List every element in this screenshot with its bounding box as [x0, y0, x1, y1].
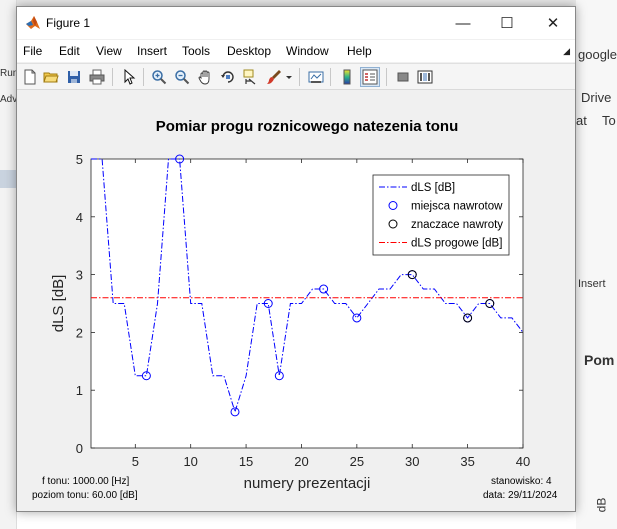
date-info: data: 29/11/2024 [483, 490, 558, 501]
menu-window[interactable]: Window [286, 44, 329, 58]
toolbar-separator [386, 68, 387, 86]
toolbar-separator [112, 68, 113, 86]
background-text: To [602, 113, 616, 128]
background-text: Insert [578, 278, 606, 290]
data-cursor-icon[interactable] [241, 67, 261, 87]
frequency-info: f tonu: 1000.00 [Hz] [42, 476, 130, 487]
background-text: Drive [581, 90, 612, 105]
background-block [0, 170, 17, 188]
legend-label: miejsca nawrotow [411, 201, 503, 213]
window-title: Figure 1 [46, 16, 91, 30]
menu-bar: File Edit View Insert Tools Desktop Wind… [17, 40, 575, 62]
menu-edit[interactable]: Edit [59, 44, 80, 58]
x-tick-label: 10 [183, 454, 197, 469]
station-info: stanowisko: 4 [491, 476, 552, 487]
toolbar-separator [330, 68, 331, 86]
chart-title: Pomiar progu roznicowego natezenia tonu [156, 118, 459, 135]
menu-view[interactable]: View [96, 44, 122, 58]
menu-tools[interactable]: Tools [182, 44, 210, 58]
matlab-logo-icon [26, 16, 40, 29]
y-tick-label: 3 [76, 268, 83, 283]
background-window-right: google Drive at To Insert Pom dB [576, 0, 617, 529]
menu-file[interactable]: File [23, 44, 42, 58]
link-plot-icon[interactable] [306, 67, 326, 87]
x-tick-label: 25 [350, 454, 364, 469]
save-icon[interactable] [64, 67, 84, 87]
y-tick-label: 5 [76, 152, 83, 167]
y-tick-label: 0 [76, 441, 83, 456]
background-text: Pom [584, 352, 615, 368]
x-axis-label: numery prezentacji [244, 475, 371, 492]
zoom-out-icon[interactable] [172, 67, 192, 87]
background-text: dB [594, 497, 609, 513]
background-text: at [576, 113, 587, 128]
rotate-3d-icon[interactable] [218, 67, 238, 87]
y-tick-label: 2 [76, 325, 83, 340]
plot-svg: Pomiar progu roznicowego natezenia tonu 5… [50, 118, 530, 492]
menu-insert[interactable]: Insert [137, 44, 167, 58]
x-tick-label: 40 [516, 454, 530, 469]
x-tick-label: 35 [460, 454, 474, 469]
y-tick-label: 1 [76, 383, 83, 398]
hide-plot-tools-icon[interactable] [393, 67, 413, 87]
maximize-button[interactable]: ☐ [485, 11, 529, 35]
background-window-left: Run Adv [0, 0, 18, 529]
show-plot-tools-icon[interactable] [415, 67, 435, 87]
figure-window: Figure 1 — ☐ ✕ File Edit View Insert Too… [16, 6, 576, 512]
background-text: Adv [0, 94, 18, 105]
figure-toolbar [17, 63, 575, 90]
print-icon[interactable] [87, 67, 107, 87]
toolbar-separator [143, 68, 144, 86]
legend-label: dLS [dB] [411, 182, 455, 194]
menu-help[interactable]: Help [347, 44, 372, 58]
pan-icon[interactable] [195, 67, 215, 87]
pointer-icon[interactable] [119, 67, 139, 87]
title-bar[interactable]: Figure 1 — ☐ ✕ [17, 7, 575, 39]
toolbar-separator [299, 68, 300, 86]
x-tick-label: 30 [405, 454, 419, 469]
new-figure-icon[interactable] [20, 67, 40, 87]
y-axis-label: dLS [dB] [50, 275, 67, 333]
figure-canvas: Pomiar progu roznicowego natezenia tonu 5… [17, 91, 575, 511]
toolbar-toggle-icon[interactable]: ◢ [563, 46, 570, 57]
x-tick-label: 20 [294, 454, 308, 469]
insert-legend-icon[interactable] [360, 67, 380, 87]
minimize-button[interactable]: — [441, 11, 485, 35]
legend-label: znaczace nawroty [411, 219, 503, 231]
insert-colorbar-icon[interactable] [337, 67, 357, 87]
y-tick-label: 4 [76, 210, 83, 225]
menu-desktop[interactable]: Desktop [227, 44, 271, 58]
background-text: google [578, 47, 617, 62]
x-tick-label: 5 [132, 454, 139, 469]
brush-icon[interactable] [264, 67, 284, 87]
open-file-icon[interactable] [41, 67, 61, 87]
legend-label: dLS progowe [dB] [411, 238, 502, 250]
zoom-in-icon[interactable] [149, 67, 169, 87]
x-tick-label: 15 [239, 454, 253, 469]
brush-dropdown-icon[interactable] [284, 67, 294, 87]
close-button[interactable]: ✕ [531, 11, 575, 35]
level-info: poziom tonu: 60.00 [dB] [32, 490, 138, 501]
